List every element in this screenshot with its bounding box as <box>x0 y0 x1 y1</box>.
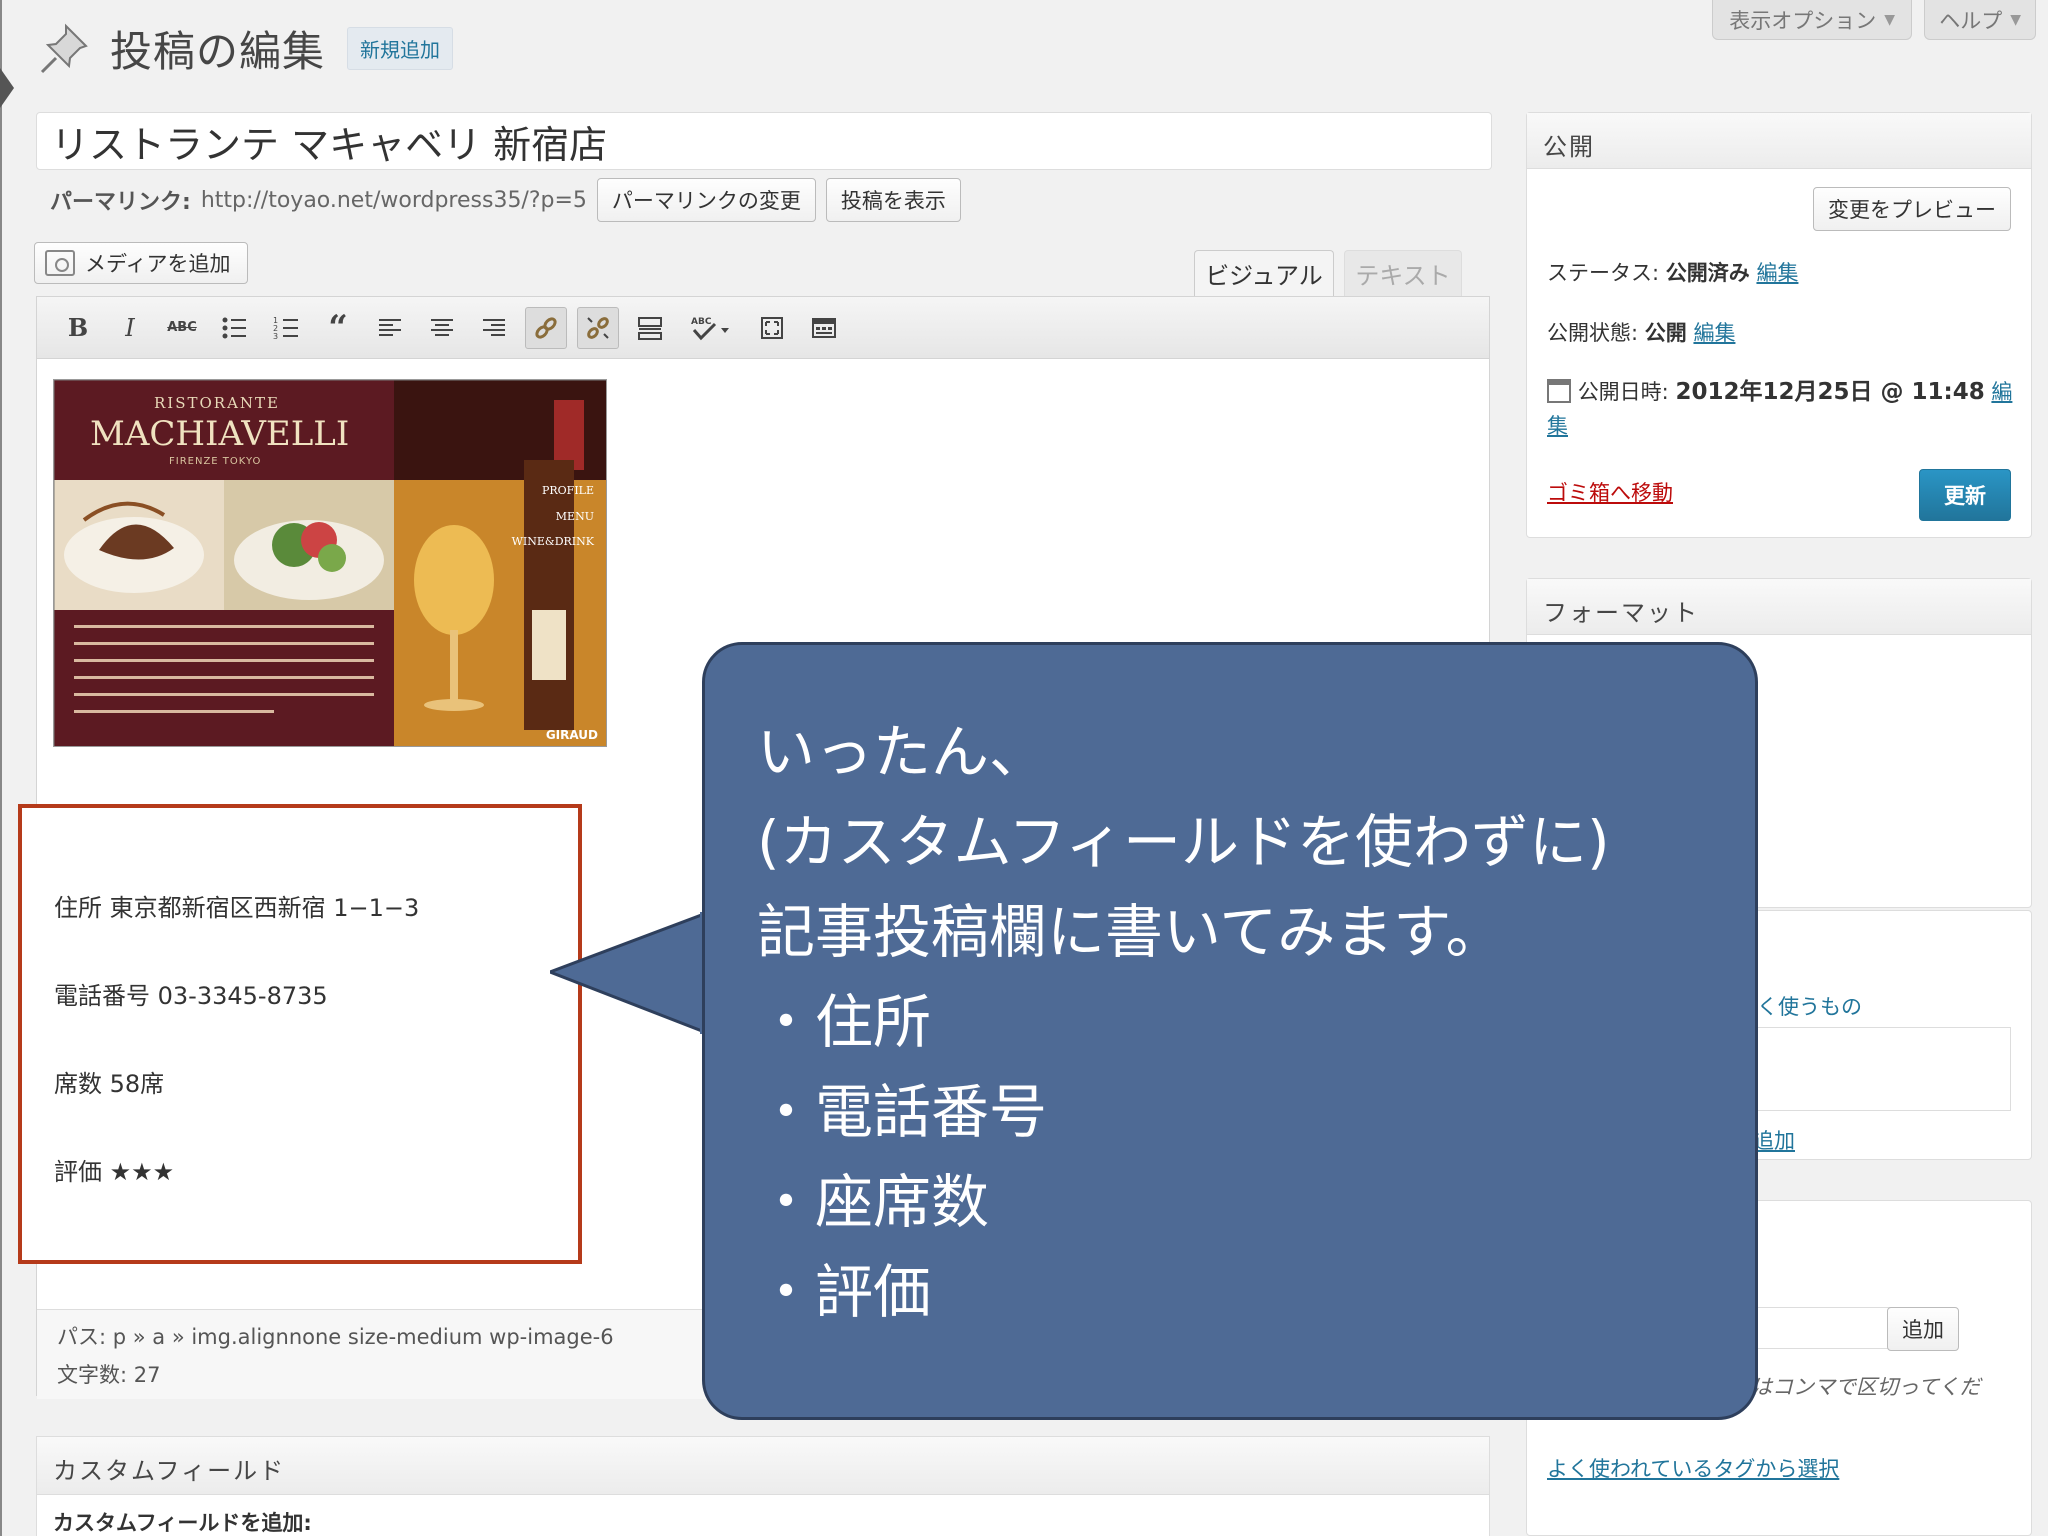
insert-link-icon[interactable] <box>525 306 567 349</box>
help-label: ヘルプ <box>1939 8 2003 33</box>
callout-line-5: ・電話番号 <box>757 1078 1048 1146</box>
publish-panel-title[interactable]: 公開 <box>1527 113 2031 169</box>
permalink-url[interactable]: http://toyao.net/wordpress35/?p=5 <box>201 188 587 213</box>
post-title-input[interactable]: リストランテ マキャベリ 新宿店 <box>36 112 1492 170</box>
align-left-icon[interactable] <box>369 307 411 349</box>
collapse-arrow-icon[interactable] <box>0 68 14 108</box>
media-icon <box>45 250 75 276</box>
visibility-value: 公開 <box>1644 321 1687 345</box>
permalink-row: パーマリンク: http://toyao.net/wordpress35/?p=… <box>50 178 961 222</box>
update-button[interactable]: 更新 <box>1919 469 2011 521</box>
callout-tail <box>550 908 720 1038</box>
image-ristorante-text: RISTORANTE <box>154 394 281 412</box>
status-value: 公開済み <box>1665 261 1750 285</box>
custom-fields-box: カスタムフィールド カスタムフィールドを追加: <box>36 1436 1490 1536</box>
callout-line-1: いったん、 <box>757 718 1048 786</box>
image-city-text: FIRENZE TOKYO <box>169 456 262 467</box>
publish-date-edit-link-cont[interactable]: 集 <box>1547 414 1568 438</box>
screen-options-tab[interactable]: 表示オプション ▼ <box>1712 0 1912 40</box>
bold-icon[interactable]: B <box>57 307 99 349</box>
permalink-label: パーマリンク: <box>50 190 191 215</box>
image-menu-menu: MENU <box>555 510 594 523</box>
callout-line-3: 記事投稿欄に書いてみます。 <box>757 898 1504 966</box>
editor-toolbar: B I ABC 123 “ ABC <box>37 297 1489 359</box>
align-right-icon[interactable] <box>473 307 515 349</box>
preview-changes-button[interactable]: 変更をプレビュー <box>1813 187 2011 231</box>
kitchen-sink-icon[interactable] <box>803 307 845 349</box>
spellcheck-icon[interactable]: ABC <box>681 307 741 349</box>
tab-text[interactable]: テキスト <box>1344 250 1462 296</box>
callout-line-4: ・住所 <box>757 988 932 1056</box>
restaurant-image[interactable]: RISTORANTE MACHIAVELLI FIRENZE TOKYO PRO… <box>53 379 607 747</box>
publish-date-row: 公開日時: 2012年12月25日 @ 11:48 編 集 <box>1547 375 2017 443</box>
pushpin-icon <box>36 18 96 78</box>
add-category-link[interactable]: 追加 <box>1753 1125 1795 1155</box>
address-field-text[interactable]: 住所 東京都新宿区西新宿 1−1−3 <box>54 888 419 923</box>
callout-line-2: (カスタムフィールドを使わずに) <box>757 808 1610 876</box>
insert-more-icon[interactable] <box>629 307 671 349</box>
italic-icon[interactable]: I <box>109 307 151 349</box>
align-center-icon[interactable] <box>421 307 463 349</box>
screen-options-label: 表示オプション <box>1729 8 1877 33</box>
callout-line-7: ・評価 <box>757 1258 932 1326</box>
seats-field-text[interactable]: 席数 58席 <box>54 1064 164 1099</box>
strikethrough-icon[interactable]: ABC <box>161 307 203 349</box>
add-tag-button[interactable]: 追加 <box>1887 1307 1959 1351</box>
publish-panel: 公開 変更をプレビュー ステータス: 公開済み 編集 公開状態: 公開 編集 公… <box>1526 112 2032 538</box>
fullscreen-icon[interactable] <box>751 307 793 349</box>
numbered-list-icon[interactable]: 123 <box>265 307 307 349</box>
editor-path: パス: p » a » img.alignnone size-medium wp… <box>57 1325 614 1349</box>
publish-date-edit-link[interactable]: 編 <box>1991 380 2012 404</box>
phone-field-text[interactable]: 電話番号 03-3345-8735 <box>54 976 328 1011</box>
visibility-edit-link[interactable]: 編集 <box>1693 321 1735 345</box>
svg-text:ABC: ABC <box>691 317 712 327</box>
page-header: 投稿の編集 新規追加 <box>36 18 454 78</box>
format-panel-title[interactable]: フォーマット <box>1527 579 2031 635</box>
status-edit-link[interactable]: 編集 <box>1756 261 1798 285</box>
move-to-trash-link[interactable]: ゴミ箱へ移動 <box>1547 477 1673 507</box>
chevron-down-icon: ▼ <box>1884 11 1895 28</box>
word-count: 文字数: 27 <box>57 1363 161 1387</box>
change-permalink-button[interactable]: パーマリンクの変更 <box>596 178 816 222</box>
highlighted-fields-box: 住所 東京都新宿区西新宿 1−1−3 電話番号 03-3345-8735 席数 … <box>18 804 582 1264</box>
image-menu-profile: PROFILE <box>541 484 594 497</box>
visibility-row: 公開状態: 公開 編集 <box>1547 317 1735 347</box>
custom-fields-add-label: カスタムフィールドを追加: <box>53 1511 312 1535</box>
custom-fields-title[interactable]: カスタムフィールド <box>37 1437 1489 1495</box>
page-title: 投稿の編集 <box>110 26 326 76</box>
publish-date-value: 2012年12月25日 @ 11:48 <box>1675 379 1985 405</box>
image-brand-text: GIRAUD <box>545 728 598 742</box>
add-media-label: メディアを追加 <box>85 252 231 276</box>
callout-line-6: ・座席数 <box>757 1168 990 1236</box>
status-row: ステータス: 公開済み 編集 <box>1547 257 1798 287</box>
tab-visual[interactable]: ビジュアル <box>1194 250 1334 296</box>
publish-date-label: 公開日時: <box>1577 380 1669 404</box>
add-new-button[interactable]: 新規追加 <box>347 26 454 70</box>
bullet-list-icon[interactable] <box>213 307 255 349</box>
view-post-button[interactable]: 投稿を表示 <box>825 178 961 222</box>
tags-hint: はコンマで区切ってくだ <box>1751 1375 1981 1399</box>
choose-tags-link[interactable]: よく使われているタグから選択 <box>1547 1453 1839 1483</box>
most-used-tab[interactable]: く使うもの <box>1757 991 1862 1021</box>
svg-text:3: 3 <box>273 332 278 341</box>
rating-field-text[interactable]: 評価 ★★★ <box>54 1152 174 1187</box>
add-media-button[interactable]: メディアを追加 <box>34 242 248 284</box>
calendar-icon <box>1547 379 1571 403</box>
visibility-label: 公開状態: <box>1547 321 1639 345</box>
callout-bubble: いったん、 (カスタムフィールドを使わずに) 記事投稿欄に書いてみます。 ・住所… <box>702 642 1758 1420</box>
image-menu-wine: WINE&DRINK <box>511 535 594 548</box>
categories-list[interactable] <box>1757 1027 2011 1111</box>
help-tab[interactable]: ヘルプ ▼ <box>1924 0 2036 40</box>
blockquote-icon[interactable]: “ <box>317 307 359 349</box>
chevron-down-icon: ▼ <box>2010 11 2021 28</box>
status-label: ステータス: <box>1547 261 1660 285</box>
image-name-text: MACHIAVELLI <box>90 414 350 454</box>
unlink-icon[interactable] <box>577 306 619 349</box>
